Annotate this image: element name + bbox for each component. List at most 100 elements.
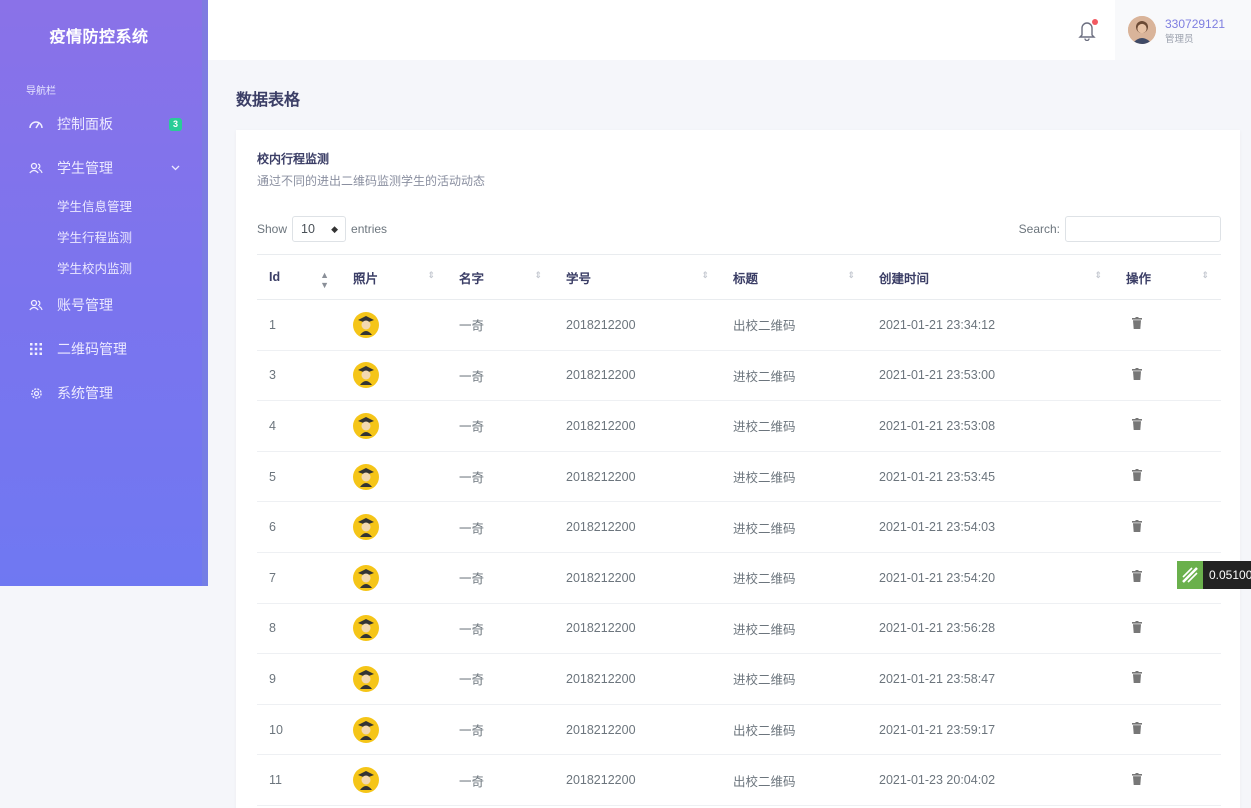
search-input[interactable] bbox=[1065, 216, 1221, 242]
sidebar-item-label: 账号管理 bbox=[57, 297, 113, 313]
sidebar-item-system[interactable]: 系统管理 bbox=[0, 371, 208, 415]
cell-id: 9 bbox=[257, 653, 341, 705]
column-label: Id bbox=[269, 270, 281, 284]
notification-dot bbox=[1092, 19, 1098, 25]
cell-title: 进校二维码 bbox=[721, 400, 867, 452]
student-photo-icon bbox=[353, 514, 447, 541]
cell-student-no: 2018212200 bbox=[554, 552, 721, 604]
sidebar-item-label: 控制面板 bbox=[57, 116, 113, 132]
cell-title: 出校二维码 bbox=[721, 299, 867, 351]
cell-name: 一奇 bbox=[447, 501, 554, 553]
card-subtitle: 通过不同的进出二维码监测学生的活动动态 bbox=[257, 174, 486, 188]
cell-id: 1 bbox=[257, 299, 341, 351]
table-row[interactable]: 11 一奇 2018212200 出校二维码 2021-01-23 20:04:02 bbox=[257, 754, 1221, 806]
cell-photo bbox=[341, 552, 447, 604]
data-card: 校内行程监测 通过不同的进出二维码监测学生的活动动态 Show 10 ◆ ent… bbox=[236, 130, 1240, 808]
sidebar-item-accounts[interactable]: 账号管理 bbox=[0, 283, 208, 327]
cell-name: 一奇 bbox=[447, 350, 554, 402]
sidebar-item-label: 系统管理 bbox=[57, 385, 113, 401]
cell-title: 进校二维码 bbox=[721, 653, 867, 705]
cell-created: 2021-01-21 23:54:03 bbox=[867, 501, 1114, 553]
trash-icon[interactable] bbox=[1132, 469, 1142, 484]
cell-actions bbox=[1114, 754, 1221, 806]
sidebar-item-students[interactable]: 学生管理 bbox=[0, 146, 208, 190]
sort-icon: ⇕ bbox=[847, 270, 855, 280]
cell-created: 2021-01-21 23:34:12 bbox=[867, 299, 1114, 351]
table-row[interactable]: 1 一奇 2018212200 出校二维码 2021-01-21 23:34:12 bbox=[257, 299, 1221, 351]
trash-icon[interactable] bbox=[1132, 570, 1142, 585]
table-row[interactable]: 6 一奇 2018212200 进校二维码 2021-01-21 23:54:03 bbox=[257, 501, 1221, 553]
trash-icon[interactable] bbox=[1132, 367, 1142, 383]
cell-name: 一奇 bbox=[447, 299, 554, 351]
cell-id: 6 bbox=[257, 501, 341, 553]
cell-created: 2021-01-21 23:59:17 bbox=[867, 704, 1114, 756]
cell-title: 进校二维码 bbox=[721, 501, 867, 553]
page-size-value: 10 bbox=[301, 222, 315, 236]
cell-photo bbox=[341, 501, 447, 553]
column-header-created[interactable]: 创建时间 ⇕ bbox=[867, 254, 1114, 300]
sidebar: 疫情防控系统 导航栏 控制面板 3 学生管理 学生信息管理 学生行程监测 学生校… bbox=[0, 0, 208, 586]
avatar bbox=[1128, 16, 1156, 44]
users-icon bbox=[28, 162, 44, 174]
cell-title: 进校二维码 bbox=[721, 451, 867, 503]
cell-actions bbox=[1114, 501, 1221, 553]
cell-student-no: 2018212200 bbox=[554, 704, 721, 756]
cell-photo bbox=[341, 754, 447, 806]
cell-actions bbox=[1114, 603, 1221, 655]
page-size-select[interactable]: 10 ◆ bbox=[292, 216, 347, 242]
table-row[interactable]: 8 一奇 2018212200 进校二维码 2021-01-21 23:56:28 bbox=[257, 603, 1221, 655]
trash-icon[interactable] bbox=[1132, 722, 1142, 737]
cell-student-no: 2018212200 bbox=[554, 754, 721, 806]
cell-name: 一奇 bbox=[447, 653, 554, 705]
trash-icon[interactable] bbox=[1132, 671, 1142, 686]
cell-student-no: 2018212200 bbox=[554, 501, 721, 553]
sidebar-subitem-student-info[interactable]: 学生信息管理 bbox=[0, 190, 208, 221]
sidebar-subitem-student-travel[interactable]: 学生行程监测 bbox=[0, 221, 208, 252]
trash-icon[interactable] bbox=[1132, 772, 1142, 788]
topbar: 330729121 管理员 bbox=[208, 0, 1251, 60]
table-row[interactable]: 10 一奇 2018212200 出校二维码 2021-01-21 23:59:17 bbox=[257, 704, 1221, 756]
brand[interactable]: 疫情防控系统 bbox=[0, 0, 208, 70]
table-row[interactable]: 4 一奇 2018212200 进校二维码 2021-01-21 23:53:08 bbox=[257, 400, 1221, 452]
sidebar-item-dashboard[interactable]: 控制面板 3 bbox=[0, 102, 208, 146]
cell-actions bbox=[1114, 299, 1221, 351]
student-photo-icon bbox=[353, 362, 447, 389]
cell-actions bbox=[1114, 653, 1221, 705]
column-label: 操作 bbox=[1126, 271, 1152, 286]
column-header-name[interactable]: 名字 ⇕ bbox=[447, 254, 554, 300]
column-header-title[interactable]: 标题 ⇕ bbox=[721, 254, 867, 300]
student-photo-icon bbox=[353, 311, 447, 338]
table-row[interactable]: 3 一奇 2018212200 进校二维码 2021-01-21 23:53:00 bbox=[257, 350, 1221, 402]
leaf-icon bbox=[1177, 561, 1203, 589]
floating-widget[interactable]: 0.05100 bbox=[1177, 561, 1251, 589]
sidebar-subitem-campus-monitor[interactable]: 学生校内监测 bbox=[0, 252, 208, 283]
chevron-down-icon bbox=[171, 163, 180, 174]
cell-id: 7 bbox=[257, 552, 341, 604]
table-row[interactable]: 5 一奇 2018212200 进校二维码 2021-01-21 23:53:45 bbox=[257, 451, 1221, 503]
cell-photo bbox=[341, 451, 447, 503]
column-header-photo[interactable]: 照片 ⇕ bbox=[341, 254, 447, 300]
gear-icon bbox=[28, 387, 44, 400]
cell-id: 10 bbox=[257, 704, 341, 756]
table-row[interactable]: 9 一奇 2018212200 进校二维码 2021-01-21 23:58:47 bbox=[257, 653, 1221, 705]
trash-icon[interactable] bbox=[1132, 519, 1142, 535]
table-row[interactable]: 7 一奇 2018212200 进校二维码 2021-01-21 23:54:20 bbox=[257, 552, 1221, 604]
cell-photo bbox=[341, 299, 447, 351]
column-header-id[interactable]: Id ▲ ▼ bbox=[257, 254, 341, 300]
sort-icon: ⇕ bbox=[1094, 270, 1102, 280]
trash-icon[interactable] bbox=[1132, 317, 1142, 332]
user-menu[interactable]: 330729121 管理员 bbox=[1115, 0, 1251, 60]
cell-title: 进校二维码 bbox=[721, 603, 867, 655]
sort-arrows-icon: ◆ bbox=[331, 223, 339, 234]
cell-actions bbox=[1114, 350, 1221, 402]
cell-title: 出校二维码 bbox=[721, 754, 867, 806]
cell-student-no: 2018212200 bbox=[554, 400, 721, 452]
sidebar-item-qrcode[interactable]: 二维码管理 bbox=[0, 327, 208, 371]
sort-icon: ⇕ bbox=[1201, 270, 1209, 280]
column-header-student-no[interactable]: 学号 ⇕ bbox=[554, 254, 721, 300]
student-photo-icon bbox=[353, 615, 447, 642]
trash-icon[interactable] bbox=[1132, 620, 1142, 636]
column-header-actions[interactable]: 操作 ⇕ bbox=[1114, 254, 1221, 300]
trash-icon[interactable] bbox=[1132, 418, 1142, 433]
gauge-icon bbox=[28, 119, 44, 129]
